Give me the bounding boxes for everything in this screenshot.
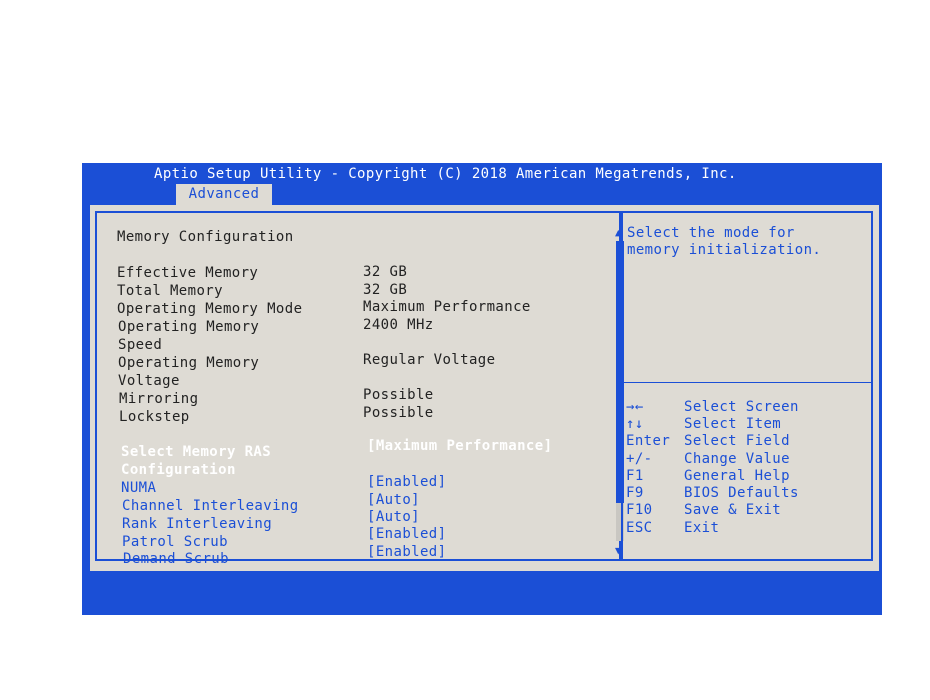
info-value: Maximum Performance bbox=[363, 299, 531, 315]
tab-advanced[interactable]: Advanced bbox=[176, 184, 272, 205]
info-label-cont: Voltage bbox=[118, 373, 180, 389]
section-title: Memory Configuration bbox=[117, 229, 294, 245]
option-value[interactable]: [Auto] bbox=[367, 492, 420, 509]
key-desc: Change Value bbox=[684, 451, 790, 467]
key-desc: Select Screen bbox=[684, 399, 799, 415]
settings-panel: Memory Configuration Effective Memory 32… bbox=[95, 211, 624, 567]
body-panel: Memory Configuration Effective Memory 32… bbox=[90, 205, 879, 571]
option-channel-interleaving[interactable]: Channel Interleaving bbox=[122, 498, 299, 515]
bios-screen: Aptio Setup Utility - Copyright (C) 2018… bbox=[82, 163, 882, 615]
option-rank-interleaving[interactable]: Rank Interleaving bbox=[122, 516, 272, 533]
help-divider bbox=[623, 382, 871, 383]
info-value: 32 GB bbox=[363, 264, 408, 280]
info-value: Possible bbox=[363, 405, 434, 421]
bios-title: Aptio Setup Utility - Copyright (C) 2018… bbox=[154, 166, 737, 182]
help-text-line: memory initialization. bbox=[627, 242, 822, 258]
key-hint: +/- bbox=[626, 451, 653, 467]
key-desc: BIOS Defaults bbox=[684, 485, 799, 501]
key-desc: Select Item bbox=[684, 416, 782, 432]
option-value[interactable]: [Enabled] bbox=[367, 526, 446, 543]
info-label: Operating Memory bbox=[118, 319, 260, 335]
key-hint: F9 bbox=[626, 485, 644, 501]
key-desc: Save & Exit bbox=[684, 502, 782, 518]
option-numa[interactable]: NUMA bbox=[121, 480, 156, 497]
option-demand-scrub[interactable]: Demand Scrub bbox=[123, 551, 229, 568]
info-label: Mirroring bbox=[119, 391, 199, 407]
info-value: 2400 MHz bbox=[363, 317, 434, 333]
key-desc: General Help bbox=[684, 468, 790, 484]
info-label: Operating Memory Mode bbox=[117, 301, 303, 317]
key-desc: Exit bbox=[684, 520, 720, 536]
key-hint: →← bbox=[626, 399, 644, 415]
option-value[interactable]: [Auto] bbox=[367, 509, 420, 526]
option-value[interactable]: [Enabled] bbox=[367, 544, 446, 561]
option-select-memory-ras[interactable]: Select Memory RAS bbox=[121, 444, 271, 461]
info-value: 32 GB bbox=[363, 282, 408, 298]
info-label-cont: Speed bbox=[118, 337, 163, 353]
key-hint: Enter bbox=[626, 433, 671, 449]
option-value-selected[interactable]: [Maximum Performance] bbox=[367, 438, 552, 455]
option-value[interactable]: [Enabled] bbox=[367, 474, 446, 491]
info-label-cont: Lockstep bbox=[119, 409, 190, 425]
info-value: Regular Voltage bbox=[363, 352, 496, 368]
key-hint: ESC bbox=[626, 520, 653, 536]
option-select-memory-ras-cont[interactable]: Configuration bbox=[121, 462, 236, 479]
key-desc: Select Field bbox=[684, 433, 790, 449]
info-value: Possible bbox=[363, 387, 434, 403]
info-label: Operating Memory bbox=[118, 355, 260, 371]
key-hint: ↑↓ bbox=[626, 416, 644, 432]
info-label: Effective Memory bbox=[117, 265, 259, 281]
title-bar: Aptio Setup Utility - Copyright (C) 2018… bbox=[82, 163, 882, 205]
help-text-line: Select the mode for bbox=[627, 225, 795, 241]
option-patrol-scrub[interactable]: Patrol Scrub bbox=[122, 534, 228, 551]
info-label: Total Memory bbox=[117, 283, 223, 299]
key-hint: F1 bbox=[626, 468, 644, 484]
help-panel: Select the mode for memory initializatio… bbox=[621, 211, 873, 561]
key-hint: F10 bbox=[626, 502, 653, 518]
